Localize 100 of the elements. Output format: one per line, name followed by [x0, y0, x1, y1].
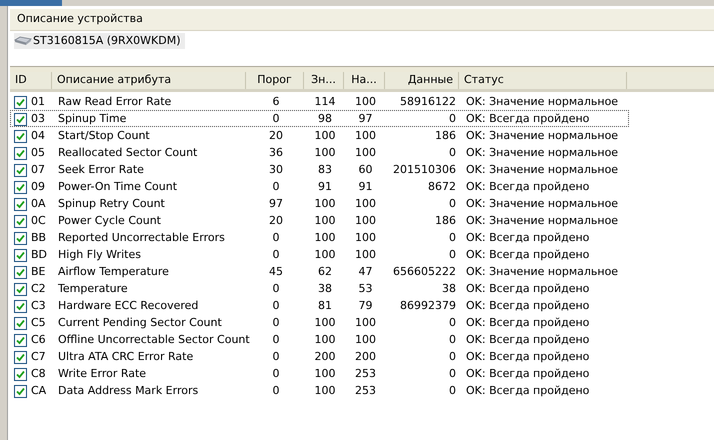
value-cell-text: 114 [314, 94, 336, 110]
status-cell-text: OK: Всегда пройдено [465, 179, 590, 195]
checkbox[interactable] [14, 266, 27, 279]
checkbox[interactable] [14, 334, 27, 347]
table-row[interactable]: C5 Current Pending Sector Count 0 100 100 0 OK: Всегда пройдено [10, 314, 629, 331]
checkbox[interactable] [14, 214, 27, 228]
name-cell-text: Spinup Time [57, 111, 128, 127]
value-cell-text: 100 [314, 383, 336, 399]
checkbox[interactable] [14, 180, 27, 194]
value-cell-text: 100 [314, 315, 336, 331]
table-row[interactable]: 0C Power Cycle Count 20 100 100 186 OK: Значение нормальное [10, 212, 629, 229]
checkbox[interactable] [14, 130, 27, 143]
hard-drive-icon [14, 36, 32, 46]
worst-cell-text: 100 [354, 230, 377, 246]
name-cell-text: Data Address Mark Errors [57, 383, 200, 399]
status-cell-text: OK: Всегда пройдено [465, 247, 590, 263]
name-cell-text: Temperature [57, 281, 129, 297]
worst-cell-text: 100 [354, 213, 377, 229]
table-row[interactable]: BD High Fly Writes 0 100 100 0 OK: Всегда пройдено [10, 246, 629, 263]
threshold-cell-text: 20 [268, 213, 284, 229]
value-cell-text: 100 [314, 145, 336, 161]
data-cell-text: 8672 [427, 179, 457, 195]
threshold-cell-text: 30 [268, 162, 284, 178]
name-cell-text: Ultra ATA CRC Error Rate [57, 349, 194, 365]
value-cell-text: 38 [317, 281, 333, 297]
worst-cell-text: 100 [354, 247, 377, 263]
worst-cell-text: 97 [358, 111, 374, 127]
device-item[interactable]: ST3160815A (9RX0WKDM) [14, 33, 185, 49]
table-row[interactable]: 07 Seek Error Rate 30 83 60 201510306 OK: Значение нормальное [10, 161, 629, 178]
name-cell-text: Write Error Rate [57, 366, 148, 382]
worst-cell-text: 253 [354, 383, 377, 399]
status-cell-text: OK: Значение нормальное [465, 196, 620, 212]
checkbox[interactable] [14, 316, 27, 330]
name-cell-text: Raw Read Error Rate [57, 94, 172, 110]
column-header[interactable]: Данные [385, 72, 459, 89]
threshold-cell-text: 6 [272, 94, 280, 110]
worst-cell-text: 53 [358, 281, 374, 297]
table-row[interactable]: 03 Spinup Time 0 98 97 0 OK: Всегда пройдено [10, 110, 629, 127]
table-row[interactable]: 05 Reallocated Sector Count 36 100 100 0 OK: Значение нормальное [10, 144, 629, 161]
table-row[interactable]: C2 Temperature 0 38 53 38 OK: Всегда пройдено [10, 280, 629, 297]
column-header[interactable]: На... [344, 72, 385, 89]
value-cell-text: 100 [314, 332, 336, 348]
status-cell-text: OK: Значение нормальное [465, 162, 620, 178]
id-cell-text: 0C [31, 213, 46, 229]
column-header[interactable]: Зн... [304, 72, 344, 89]
id-cell-text: C7 [31, 349, 46, 365]
value-cell-text: 100 [314, 128, 336, 144]
table-row[interactable]: C8 Write Error Rate 0 100 253 0 OK: Всегда пройдено [10, 365, 629, 382]
id-cell-text: 0A [31, 196, 46, 212]
value-cell-text: 98 [317, 111, 333, 127]
table-row[interactable]: 01 Raw Read Error Rate 6 114 100 58916122 OK: Значение нормальное [10, 93, 629, 110]
value-cell-text: 62 [317, 264, 333, 280]
value-cell-text: 100 [314, 230, 336, 246]
threshold-cell-text: 0 [272, 111, 280, 127]
checkbox[interactable] [14, 384, 27, 398]
worst-cell-text: 100 [354, 128, 377, 144]
column-header[interactable]: Порог [246, 72, 304, 89]
checkbox[interactable] [14, 350, 27, 364]
checkbox[interactable] [14, 248, 27, 262]
checkbox[interactable] [14, 282, 27, 296]
status-cell-text: OK: Значение нормальное [465, 145, 620, 161]
checkbox[interactable] [14, 300, 27, 313]
checkbox[interactable] [14, 146, 27, 160]
status-cell-text: OK: Всегда пройдено [465, 383, 590, 399]
column-header[interactable]: ID [10, 72, 52, 89]
checkbox[interactable] [14, 96, 27, 109]
table-row[interactable]: C6 Offline Uncorrectable Sector Count 0 100 100 0 OK: Всегда пройдено [10, 331, 629, 348]
id-cell-text: 07 [31, 162, 45, 178]
data-cell-text: 656605222 [392, 264, 457, 280]
table-row[interactable]: 09 Power-On Time Count 0 91 91 8672 OK: Всегда пройдено [10, 178, 629, 195]
worst-cell-text: 100 [354, 196, 377, 212]
table-row[interactable]: C7 Ultra ATA CRC Error Rate 0 200 200 0 OK: Всегда пройдено [10, 348, 629, 365]
checkbox[interactable] [14, 232, 27, 245]
threshold-cell-text: 0 [272, 179, 280, 195]
data-cell-text: 0 [448, 145, 457, 161]
name-cell-text: Power-On Time Count [57, 179, 178, 195]
column-header[interactable]: Статус [459, 72, 627, 89]
status-cell-text: OK: Всегда пройдено [465, 366, 590, 382]
id-cell-text: C6 [31, 332, 46, 348]
table-row[interactable]: 0A Spinup Retry Count 97 100 100 0 OK: Значение нормальное [10, 195, 629, 212]
name-cell-text: Power Cycle Count [57, 213, 162, 229]
table-row[interactable]: BB Reported Uncorrectable Errors 0 100 100 0 OK: Всегда пройдено [10, 229, 629, 246]
checkbox[interactable] [14, 368, 27, 381]
status-cell-text: OK: Всегда пройдено [465, 349, 590, 365]
value-cell-text: 91 [317, 179, 333, 195]
data-cell-text: 0 [448, 383, 457, 399]
table-row[interactable]: BE Airflow Temperature 45 62 47 656605222 OK: Значение нормальное [10, 263, 629, 280]
checkbox[interactable] [14, 164, 27, 177]
table-row[interactable]: C3 Hardware ECC Recovered 0 81 79 86992379 OK: Всегда пройдено [10, 297, 629, 314]
status-cell-text: OK: Значение нормальное [465, 264, 620, 280]
checkbox[interactable] [14, 198, 27, 211]
table-row[interactable]: CA Data Address Mark Errors 0 100 253 0 OK: Всегда пройдено [10, 382, 629, 399]
name-cell-text: Offline Uncorrectable Sector Count [57, 332, 247, 348]
id-cell-text: CA [31, 383, 46, 399]
column-header[interactable]: Описание атрибута [52, 72, 246, 89]
value-cell-text: 200 [314, 349, 336, 365]
checkbox[interactable] [14, 112, 27, 126]
name-cell-text: High Fly Writes [57, 247, 142, 263]
threshold-cell-text: 0 [272, 315, 280, 331]
table-row[interactable]: 04 Start/Stop Count 20 100 100 186 OK: Значение нормальное [10, 127, 629, 144]
